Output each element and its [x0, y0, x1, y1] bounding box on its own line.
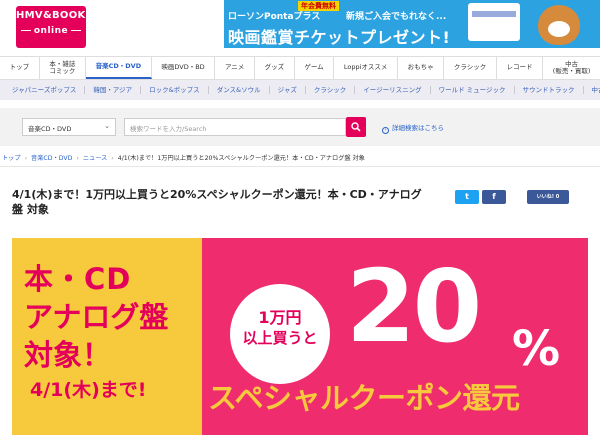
breadcrumb-separator: › [76, 155, 79, 162]
info-icon: › [382, 127, 389, 134]
breadcrumb-item-news[interactable]: ニュース [83, 155, 107, 162]
breadcrumb: トップ › 音楽CD・DVD › ニュース › 4/1(木)まで！1万円以上買うと20%スペ… [0, 153, 600, 167]
subnav-item-soundtrack[interactable]: サウンドトラック [515, 86, 584, 94]
subnav-item-classical[interactable]: クラシック [306, 86, 356, 94]
hero-condition-text: 以上買うと [242, 329, 318, 347]
breadcrumb-item-top[interactable]: トップ [2, 155, 21, 162]
campaign-hero-image: 本・CD アナログ盤 対象！ 4/1(木)まで! 1万円 以上買うと 20 % … [12, 238, 588, 435]
facebook-share-button[interactable]: f [482, 190, 506, 204]
ponta-banner[interactable]: 年会費無料 ローソンPontaプラス 新規ご入会でもれなく... 映画鑑賞チケッ… [224, 0, 600, 48]
hmv-books-logo[interactable]: HMV&BOOKS online [16, 6, 94, 48]
advanced-search-label: 詳細検索はこちら [392, 124, 444, 132]
nav-item-toys[interactable]: おもちゃ [398, 57, 445, 79]
logo-text: HMV&BOOKS [16, 10, 94, 21]
chevron-down-icon: ⌄ [104, 122, 110, 130]
hero-condition-amount: 1万円 [258, 308, 302, 327]
page-title: 4/1(木)まで！1万円以上買うと20%スペシャルクーポン還元！本・CD・アナロ… [12, 188, 422, 216]
ponta-mascot-image [538, 5, 580, 45]
search-icon [351, 122, 361, 132]
hero-deadline: 4/1(木)まで! [30, 379, 147, 401]
subnav-item-dance-soul[interactable]: ダンス&ソウル [209, 86, 270, 94]
breadcrumb-separator: › [24, 155, 28, 162]
facebook-like-button[interactable]: いいね! 0 [527, 190, 569, 204]
nav-item-records[interactable]: レコード [497, 57, 544, 79]
ponta-card-image [468, 3, 520, 41]
category-select[interactable]: 音楽CD・DVD ⌄ [22, 118, 116, 136]
banner-line1a: ローソンPontaプラス [228, 12, 321, 22]
nav-item-used[interactable]: 中古 (販売・買取) [543, 57, 600, 79]
hero-discount-number: 20 [346, 248, 482, 365]
hero-target-line2: アナログ盤 [24, 300, 169, 334]
subnav-item-jazz[interactable]: ジャズ [270, 86, 306, 94]
category-select-value: 音楽CD・DVD [28, 125, 72, 133]
hero-target-line3: 対象！ [24, 338, 112, 372]
subnav-item-rock-pops[interactable]: ロック&ポップス [141, 86, 209, 94]
breadcrumb-item-music[interactable]: 音楽CD・DVD [31, 155, 72, 162]
hero-percent-sign: % [512, 321, 561, 377]
subnav-item-used[interactable]: 中古 [584, 86, 600, 94]
breadcrumb-current: 4/1(木)まで！1万円以上買うと20%スペシャルクーポン還元！本・CD・アナロ… [117, 155, 365, 162]
subnav-item-easy-listening[interactable]: イージーリスニング [355, 86, 431, 94]
search-button[interactable] [346, 117, 366, 137]
nav-item-music[interactable]: 音楽CD・DVD [86, 57, 152, 79]
nav-item-goods[interactable]: グッズ [255, 57, 295, 79]
nav-item-loppi[interactable]: Loppiオススメ [334, 57, 399, 79]
logo-subtext: online [16, 26, 86, 36]
nav-item-top[interactable]: トップ [0, 57, 40, 79]
hero-target-line1: 本・CD [24, 262, 132, 296]
banner-line1b: 新規ご入会でもれなく... [346, 12, 447, 22]
nav-item-classical[interactable]: クラシック [444, 57, 497, 79]
subnav-item-korea-asia[interactable]: 韓国・アジア [85, 86, 142, 94]
advanced-search-link[interactable]: › 詳細検索はこちら [382, 122, 444, 134]
banner-headline: 映画鑑賞チケットプレゼント! [228, 28, 451, 47]
search-input[interactable]: 検索ワードを入力/Search [124, 118, 346, 136]
twitter-share-button[interactable]: t [455, 190, 479, 204]
breadcrumb-separator: › [111, 155, 114, 162]
main-nav: トップ 本・雑誌 コミック 音楽CD・DVD 映画DVD・BD アニメ グッズ … [0, 56, 600, 80]
nav-item-anime[interactable]: アニメ [215, 57, 255, 79]
subnav-item-world-music[interactable]: ワールド ミュージック [431, 86, 515, 94]
nav-item-books[interactable]: 本・雑誌 コミック [40, 57, 86, 79]
hero-coupon-text: スペシャルクーポン還元 [208, 381, 520, 415]
hero-condition-badge: 1万円 以上買うと [230, 284, 330, 384]
subnav-item-jpop[interactable]: ジャパニーズポップス [4, 86, 86, 94]
nav-item-games[interactable]: ゲーム [295, 57, 335, 79]
search-bar: 音楽CD・DVD ⌄ 検索ワードを入力/Search › 詳細検索はこちら [0, 108, 600, 146]
nav-item-movies[interactable]: 映画DVD・BD [152, 57, 216, 79]
genre-subnav: ジャパニーズポップス 韓国・アジア ロック&ポップス ダンス&ソウル ジャズ ク… [0, 80, 600, 100]
